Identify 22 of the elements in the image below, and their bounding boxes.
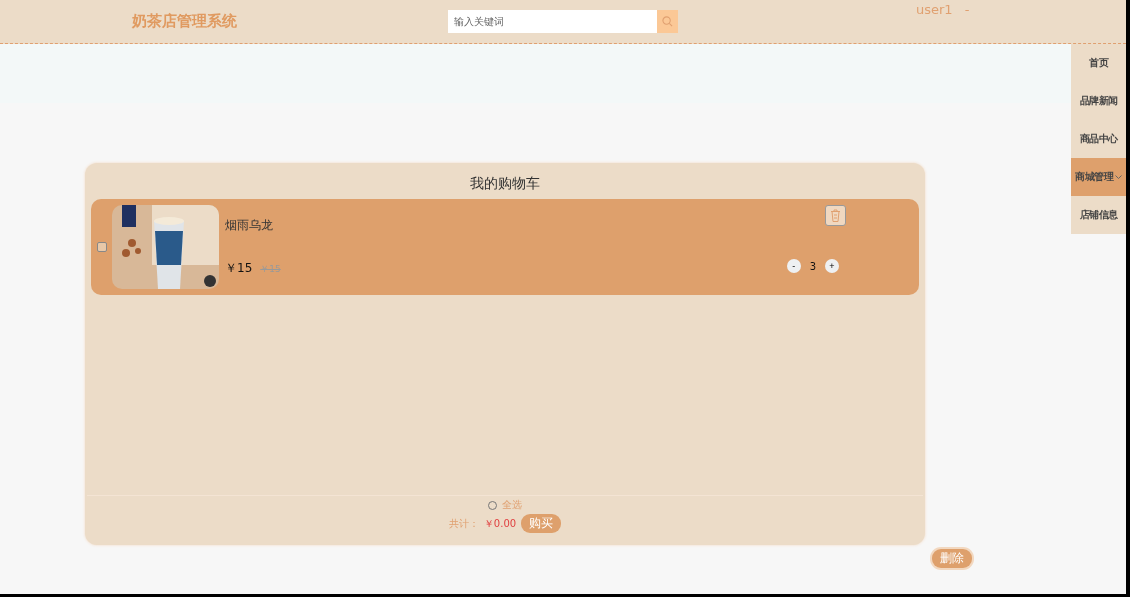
trash-icon [830,209,841,222]
total-amount: ￥0.00 [483,516,517,531]
search-field[interactable]: 输入关键词 [448,10,657,33]
nav-item[interactable]: 店铺信息 [1071,196,1126,234]
search-button[interactable] [657,10,678,33]
trash-button[interactable] [825,205,846,226]
nav-item[interactable]: 商城管理 [1071,158,1126,196]
chevron-icon [1115,174,1122,180]
decrease-button[interactable]: - [786,259,801,273]
nav-item[interactable]: 首页 [1071,44,1126,82]
nav-item[interactable]: 品牌新闻 [1071,82,1126,120]
product-name: 烟雨乌龙 [225,217,274,234]
increase-button[interactable]: + [825,259,839,273]
total-label: 共计： [448,516,479,531]
nav-item[interactable]: 商品中心 [1071,120,1126,158]
quantity: 3 [809,260,816,272]
search-icon [662,16,673,27]
app-title: 奶茶店管理系统 [132,12,238,31]
price: ￥15 [225,260,253,277]
cart-title: 我的购物车 [469,174,541,193]
original-price: ￥15 [260,263,281,276]
item-checkbox[interactable] [97,242,107,252]
